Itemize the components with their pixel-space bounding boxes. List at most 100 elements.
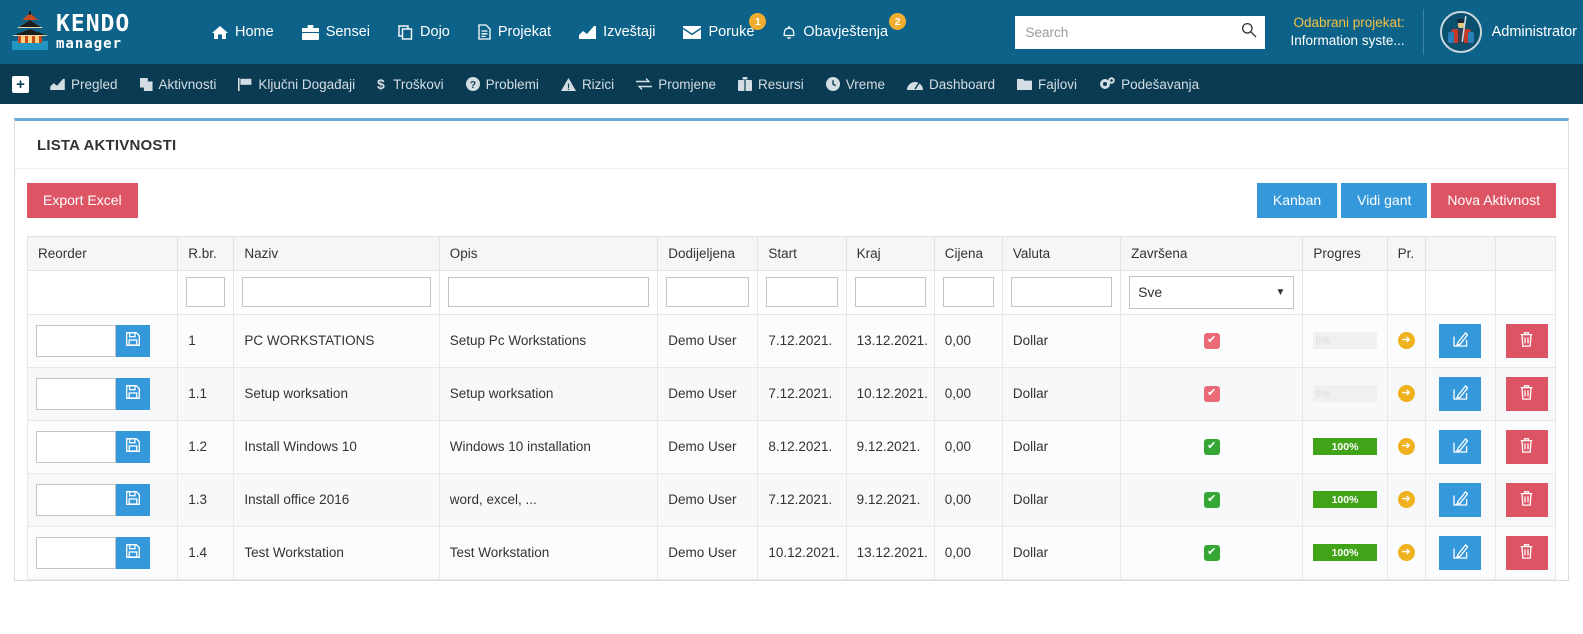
- edit-row-button[interactable]: [1439, 482, 1482, 517]
- completed-checkbox[interactable]: ✔: [1203, 491, 1220, 508]
- subnav-item-dashboard[interactable]: Dashboard: [896, 64, 1006, 104]
- selected-project-label: Odabrani projekat:: [1293, 14, 1405, 30]
- new-activity-button[interactable]: Nova Aktivnost: [1431, 183, 1556, 218]
- subnav-item-resursi[interactable]: Resursi: [727, 64, 815, 104]
- save-reorder-button[interactable]: [116, 324, 150, 357]
- cell-delete: [1494, 525, 1557, 580]
- col-cijena[interactable]: Cijena: [933, 235, 1003, 271]
- cell-naziv[interactable]: PC WORKSTATIONS: [233, 313, 440, 368]
- cell-start: 8.12.2021.: [757, 419, 847, 474]
- save-reorder-button[interactable]: [116, 430, 150, 463]
- col-naziv[interactable]: Naziv: [233, 235, 440, 271]
- activities-panel: LISTA AKTIVNOSTI Export Excel Kanban Vid…: [14, 118, 1569, 581]
- subnav-label-fajlovi: Fajlovi: [1038, 76, 1078, 92]
- nav-item-sensei[interactable]: Sensei: [288, 0, 384, 64]
- arrow-right-circle-icon[interactable]: ➔: [1397, 385, 1415, 403]
- search-icon[interactable]: [1241, 22, 1257, 43]
- subnav-item-podesavanja[interactable]: Podešavanja: [1088, 64, 1210, 104]
- col-dodijeljena[interactable]: Dodijeljena: [657, 235, 759, 271]
- subnav-item-kljucni-dogadjaji[interactable]: Ključni Događaji: [227, 64, 366, 104]
- user-name: Administrator: [1491, 24, 1577, 40]
- delete-row-button[interactable]: [1505, 376, 1548, 411]
- filter-rbr-input[interactable]: [186, 277, 226, 308]
- subnav-item-promjene[interactable]: Promjene: [625, 64, 727, 104]
- edit-row-button[interactable]: [1439, 429, 1482, 464]
- filter-naziv-input[interactable]: [242, 277, 431, 308]
- nav-item-home[interactable]: Home: [198, 0, 288, 64]
- save-reorder-button[interactable]: [116, 377, 150, 410]
- plus-square-icon[interactable]: +: [12, 75, 29, 93]
- cell-naziv[interactable]: Setup worksation: [233, 366, 440, 421]
- col-valuta[interactable]: Valuta: [1001, 235, 1122, 271]
- progress-bar-label: 100%: [1313, 544, 1377, 562]
- cell-progres: 0%: [1302, 313, 1388, 368]
- filter-dodijeljena-cell: [657, 269, 759, 315]
- search-input[interactable]: [1025, 24, 1241, 40]
- filter-start-input[interactable]: [766, 277, 838, 308]
- delete-row-button[interactable]: [1505, 429, 1548, 464]
- arrow-right-circle-icon[interactable]: ➔: [1397, 491, 1415, 509]
- trash-icon: [1520, 331, 1533, 350]
- search-box[interactable]: [1014, 15, 1265, 49]
- completed-checkbox[interactable]: ✔: [1203, 332, 1220, 349]
- reorder-input[interactable]: [36, 324, 116, 357]
- selected-project[interactable]: Odabrani projekat: Information syste...: [1265, 14, 1423, 50]
- cell-naziv[interactable]: Install Windows 10: [233, 419, 440, 474]
- subnav-item-fajlovi[interactable]: Fajlovi: [1006, 64, 1088, 104]
- nav-item-projekat[interactable]: Projekat: [464, 0, 565, 64]
- arrow-right-circle-icon[interactable]: ➔: [1397, 544, 1415, 562]
- subnav-item-aktivnosti[interactable]: Aktivnosti: [129, 64, 228, 104]
- col-progres[interactable]: Progres: [1302, 235, 1388, 271]
- filter-kraj-input[interactable]: [854, 277, 926, 308]
- top-header: KENDO manager Home Sensei Dojo Projekat …: [0, 0, 1583, 64]
- cell-naziv[interactable]: Test Workstation: [233, 525, 440, 580]
- completed-checkbox[interactable]: ✔: [1203, 438, 1220, 455]
- reorder-input[interactable]: [36, 536, 116, 569]
- table-row: 1.3 Install office 2016 word, excel, ... De…: [26, 472, 1557, 527]
- filter-zavrsena-select[interactable]: Sve ▼: [1129, 275, 1295, 309]
- col-zavrsena[interactable]: Završena: [1120, 235, 1304, 271]
- filter-cijena-input[interactable]: [942, 277, 994, 308]
- gantt-button[interactable]: Vidi gant: [1341, 183, 1428, 218]
- filter-opis-input[interactable]: [447, 277, 650, 308]
- edit-row-button[interactable]: [1439, 535, 1482, 570]
- filter-valuta-input[interactable]: [1010, 277, 1113, 308]
- reorder-input[interactable]: [36, 483, 116, 516]
- edit-row-button[interactable]: [1439, 376, 1482, 411]
- subnav-item-vreme[interactable]: Vreme: [815, 64, 896, 104]
- nav-item-izvestaji[interactable]: Izveštaji: [565, 0, 669, 64]
- delete-row-button[interactable]: [1505, 482, 1548, 517]
- completed-checkbox[interactable]: ✔: [1203, 385, 1220, 402]
- cell-naziv[interactable]: Install office 2016: [233, 472, 440, 527]
- completed-checkbox[interactable]: ✔: [1203, 544, 1220, 561]
- nav-item-dojo[interactable]: Dojo: [384, 0, 464, 64]
- reorder-input[interactable]: [36, 430, 116, 463]
- user-menu[interactable]: Administrator: [1422, 9, 1583, 55]
- reorder-input[interactable]: [36, 377, 116, 410]
- arrow-right-circle-icon[interactable]: ➔: [1397, 332, 1415, 350]
- col-pr[interactable]: Pr.: [1386, 235, 1426, 271]
- kanban-button[interactable]: Kanban: [1256, 183, 1338, 218]
- delete-row-button[interactable]: [1505, 323, 1548, 358]
- delete-row-button[interactable]: [1505, 535, 1548, 570]
- col-kraj[interactable]: Kraj: [845, 235, 935, 271]
- col-rbr[interactable]: R.br.: [177, 235, 235, 271]
- col-opis[interactable]: Opis: [438, 235, 659, 271]
- export-excel-button[interactable]: Export Excel: [27, 183, 138, 218]
- edit-row-button[interactable]: [1439, 323, 1482, 358]
- subnav-item-pregled[interactable]: Pregled: [39, 64, 129, 104]
- save-reorder-button[interactable]: [116, 536, 150, 569]
- col-start[interactable]: Start: [757, 235, 847, 271]
- filter-dodijeljena-input[interactable]: [666, 277, 750, 308]
- brand-logo[interactable]: KENDO manager: [0, 11, 190, 53]
- arrow-right-circle-icon[interactable]: ➔: [1397, 438, 1415, 456]
- subnav-item-problemi[interactable]: ? Problemi: [455, 64, 550, 104]
- save-reorder-button[interactable]: [116, 483, 150, 516]
- nav-item-obavjestenja[interactable]: Obavještenja 2: [768, 0, 907, 64]
- nav-label-projekat: Projekat: [497, 24, 552, 40]
- col-reorder[interactable]: Reorder: [26, 235, 179, 271]
- subnav-item-rizici[interactable]: ! Rizici: [550, 64, 625, 104]
- nav-item-poruke[interactable]: Poruke 1: [669, 0, 768, 64]
- subnav-item-troskovi[interactable]: $ Troškovi: [366, 64, 455, 104]
- cell-kraj: 9.12.2021.: [845, 472, 935, 527]
